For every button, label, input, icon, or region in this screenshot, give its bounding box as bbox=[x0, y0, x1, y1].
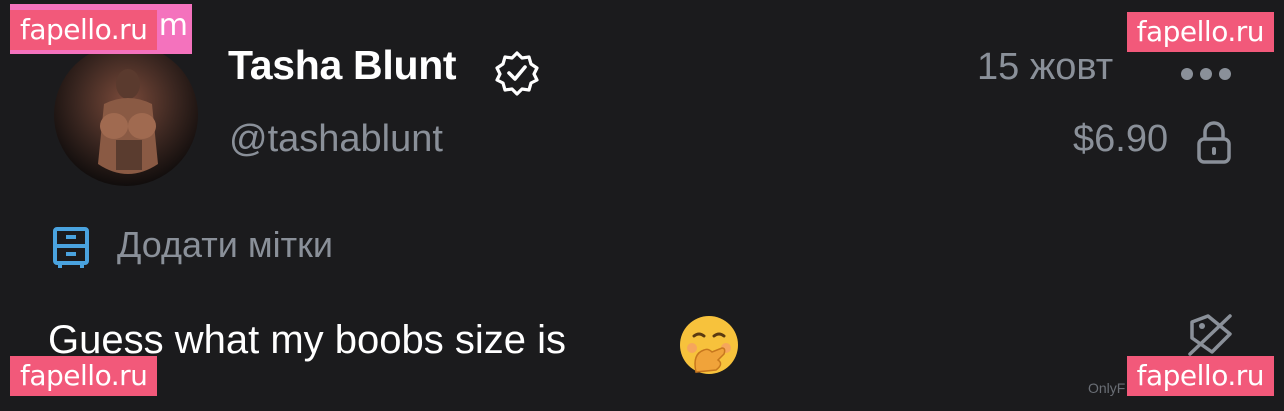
post-date: 15 жовт bbox=[977, 46, 1114, 88]
footer-text: OnlyF bbox=[1088, 380, 1126, 396]
add-tags-button[interactable]: Додати мітки bbox=[117, 224, 333, 266]
avatar-image bbox=[98, 69, 158, 174]
watermark-top-right: fapello.ru bbox=[1126, 12, 1274, 53]
watermark-bottom-right: fapello.ru bbox=[1126, 356, 1274, 397]
tip-icon[interactable] bbox=[1186, 312, 1234, 358]
post-price: $6.90 bbox=[1073, 118, 1169, 160]
watermark-bottom-left: fapello.ru bbox=[10, 356, 158, 397]
verified-badge-icon bbox=[495, 51, 539, 96]
author-handle[interactable]: @tashablunt bbox=[229, 118, 443, 161]
watermark-back-letter: m bbox=[158, 8, 188, 43]
watermark-top-left: fapello.ru bbox=[10, 10, 158, 51]
lock-icon[interactable] bbox=[1196, 120, 1232, 164]
hand-over-mouth-emoji-icon bbox=[680, 316, 738, 374]
tags-icon[interactable] bbox=[52, 226, 90, 270]
avatar[interactable] bbox=[54, 44, 198, 186]
more-dots-icon[interactable] bbox=[1180, 64, 1232, 84]
author-name[interactable]: Tasha Blunt bbox=[228, 42, 457, 89]
